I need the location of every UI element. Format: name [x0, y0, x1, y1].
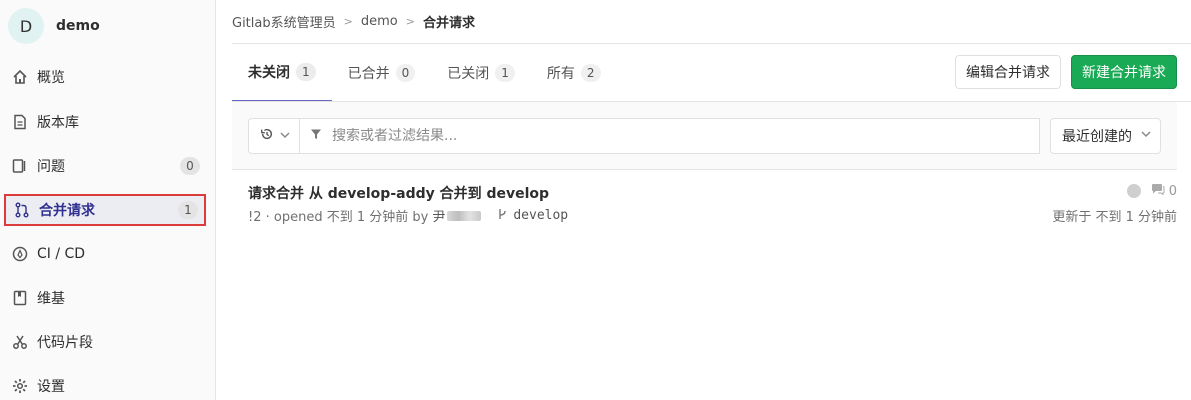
filter-icon [310, 128, 322, 144]
merge-request-title-link[interactable]: 请求合并 从 develop-addy 合并到 develop [248, 183, 549, 203]
chevron-right-icon: > [405, 15, 415, 28]
chevron-right-icon: > [343, 15, 353, 28]
sidebar-item-settings[interactable]: 设置 [4, 370, 206, 400]
chevron-down-icon [279, 128, 290, 144]
book-icon [12, 290, 28, 306]
main-content: Gitlab系统管理员 > demo > 合并请求 未关闭 1 已合并 0 已关… [216, 0, 1191, 400]
sidebar-item-label: 版本库 [37, 115, 79, 131]
merge-request-reference: !2 · opened 不到 1 分钟前 by [248, 210, 429, 225]
target-branch-name: develop [513, 208, 569, 223]
edit-merge-requests-button[interactable]: 编辑合并请求 [955, 55, 1061, 89]
tab-count-badge: 0 [395, 64, 416, 82]
sidebar-item-label: 代码片段 [37, 335, 93, 351]
sidebar-item-merge-requests[interactable]: 合并请求 1 [4, 194, 206, 226]
issues-icon [12, 158, 28, 174]
breadcrumb: Gitlab系统管理员 > demo > 合并请求 [232, 0, 475, 43]
sidebar-item-label: 合并请求 [39, 203, 95, 219]
tab-closed[interactable]: 已关闭 1 [431, 44, 531, 102]
tab-label: 所有 [546, 66, 575, 82]
sidebar-item-label: 概览 [37, 70, 65, 86]
state-tabs: 未关闭 1 已合并 0 已关闭 1 所有 2 [232, 44, 617, 102]
chevron-down-icon [1140, 128, 1152, 144]
sidebar-item-repository[interactable]: 版本库 [4, 106, 206, 138]
assignee-avatar[interactable] [1126, 184, 1141, 198]
merge-requests-count-badge: 1 [178, 201, 198, 219]
list-item: 请求合并 从 develop-addy 合并到 develop !2 · ope… [232, 171, 1177, 231]
sidebar-item-overview[interactable]: 概览 [4, 61, 206, 93]
filter-bar: 最近创建的 [232, 102, 1177, 170]
new-merge-request-button[interactable]: 新建合并请求 [1071, 55, 1177, 89]
breadcrumb-project-link[interactable]: demo [361, 14, 398, 29]
scissors-icon [12, 334, 28, 350]
history-icon [260, 127, 274, 145]
sidebar-item-snippets[interactable]: 代码片段 [4, 326, 206, 358]
tab-count-badge: 1 [296, 63, 316, 81]
project-name[interactable]: demo [56, 18, 100, 34]
breadcrumb-group-link[interactable]: Gitlab系统管理员 [232, 12, 336, 31]
comment-icon [1151, 183, 1165, 199]
tab-opened[interactable]: 未关闭 1 [232, 44, 332, 102]
sidebar-item-ci-cd[interactable]: CI / CD [4, 238, 206, 270]
redacted-author-name [447, 210, 482, 221]
branch-icon [497, 208, 507, 223]
author-link[interactable]: 尹 [432, 206, 445, 225]
tab-all[interactable]: 所有 2 [531, 44, 617, 102]
comment-count[interactable]: 0 [1169, 184, 1177, 199]
tab-label: 已关闭 [447, 66, 490, 82]
issues-count-badge: 0 [180, 157, 200, 175]
sidebar-item-label: 问题 [37, 159, 65, 175]
tab-merged[interactable]: 已合并 0 [332, 44, 432, 102]
search-field[interactable] [299, 118, 1040, 154]
sidebar-item-label: 维基 [37, 291, 65, 307]
project-avatar[interactable]: D [8, 8, 44, 44]
sidebar-item-label: 设置 [37, 379, 65, 395]
gear-icon [12, 378, 28, 394]
rocket-icon [12, 246, 28, 262]
tab-label: 未关闭 [248, 65, 290, 81]
project-header[interactable]: D demo [0, 0, 215, 52]
merge-request-icon [14, 202, 30, 218]
tab-count-badge: 1 [495, 64, 515, 82]
sort-label: 最近创建的 [1062, 129, 1132, 145]
sidebar: D demo 概览 版本库 问题 0 合并请求 1 CI / CD 维基 代码片… [0, 0, 216, 400]
recent-searches-dropdown[interactable] [248, 118, 300, 154]
breadcrumb-current[interactable]: 合并请求 [423, 12, 475, 31]
tab-label: 已合并 [347, 66, 390, 82]
home-icon [12, 69, 28, 85]
search-input[interactable] [332, 128, 1012, 144]
sidebar-item-wiki[interactable]: 维基 [4, 282, 206, 314]
sort-dropdown[interactable]: 最近创建的 [1050, 118, 1161, 154]
merge-request-meta: !2 · opened 不到 1 分钟前 by 尹 develop [248, 206, 568, 225]
document-icon [12, 114, 28, 130]
sidebar-item-issues[interactable]: 问题 0 [4, 150, 206, 182]
sidebar-item-label: CI / CD [37, 246, 86, 262]
updated-time: 更新于 不到 1 分钟前 [1052, 210, 1177, 225]
merge-request-stats: 0 [1126, 183, 1177, 199]
tab-count-badge: 2 [580, 64, 601, 82]
target-branch[interactable]: develop [497, 208, 568, 223]
